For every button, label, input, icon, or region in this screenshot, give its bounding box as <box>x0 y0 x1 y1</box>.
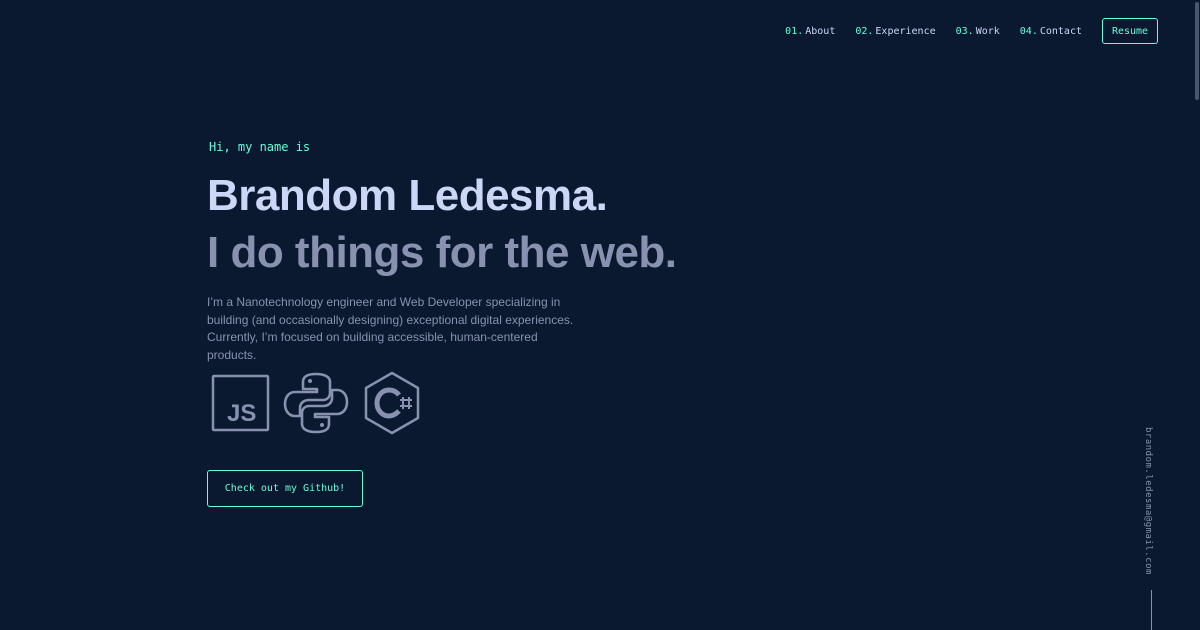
resume-button[interactable]: Resume <box>1102 18 1158 44</box>
nav-work[interactable]: 03. Work <box>956 26 1000 37</box>
nav-contact[interactable]: 04. Contact <box>1020 26 1082 37</box>
side-divider-line <box>1151 590 1152 630</box>
svg-text:JS: JS <box>227 400 256 427</box>
nav-experience[interactable]: 02. Experience <box>855 26 935 37</box>
hero-section: Hi, my name is Brandom Ledesma. I do thi… <box>207 140 677 364</box>
hero-bio: I’m a Nanotechnology engineer and Web De… <box>207 295 574 362</box>
javascript-icon: JS <box>207 370 273 436</box>
side-email-link[interactable]: brandom.ledesma@gmail.com <box>1143 427 1153 575</box>
nav-about[interactable]: 01. About <box>785 26 835 37</box>
scrollbar[interactable] <box>1194 0 1200 630</box>
nav-work-number: 03. <box>955 25 974 37</box>
hero-tagline: I do things for the web. <box>207 228 677 277</box>
tech-icons: JS <box>207 370 435 436</box>
github-button[interactable]: Check out my Github! <box>207 470 363 507</box>
nav-experience-number: 02. <box>855 25 874 37</box>
nav-about-label: About <box>805 25 836 37</box>
csharp-icon <box>359 370 425 436</box>
hero-greeting: Hi, my name is <box>209 140 311 154</box>
python-icon <box>283 370 349 436</box>
hero-name: Brandom Ledesma. <box>207 171 608 220</box>
scrollbar-thumb[interactable] <box>1195 2 1199 100</box>
nav-contact-number: 04. <box>1019 25 1038 37</box>
nav-about-number: 01. <box>785 25 804 37</box>
nav-experience-label: Experience <box>875 25 936 37</box>
top-nav: 01. About 02. Experience 03. Work 04. Co… <box>765 18 1158 44</box>
nav-contact-label: Contact <box>1039 25 1082 37</box>
nav-work-label: Work <box>975 25 1000 37</box>
